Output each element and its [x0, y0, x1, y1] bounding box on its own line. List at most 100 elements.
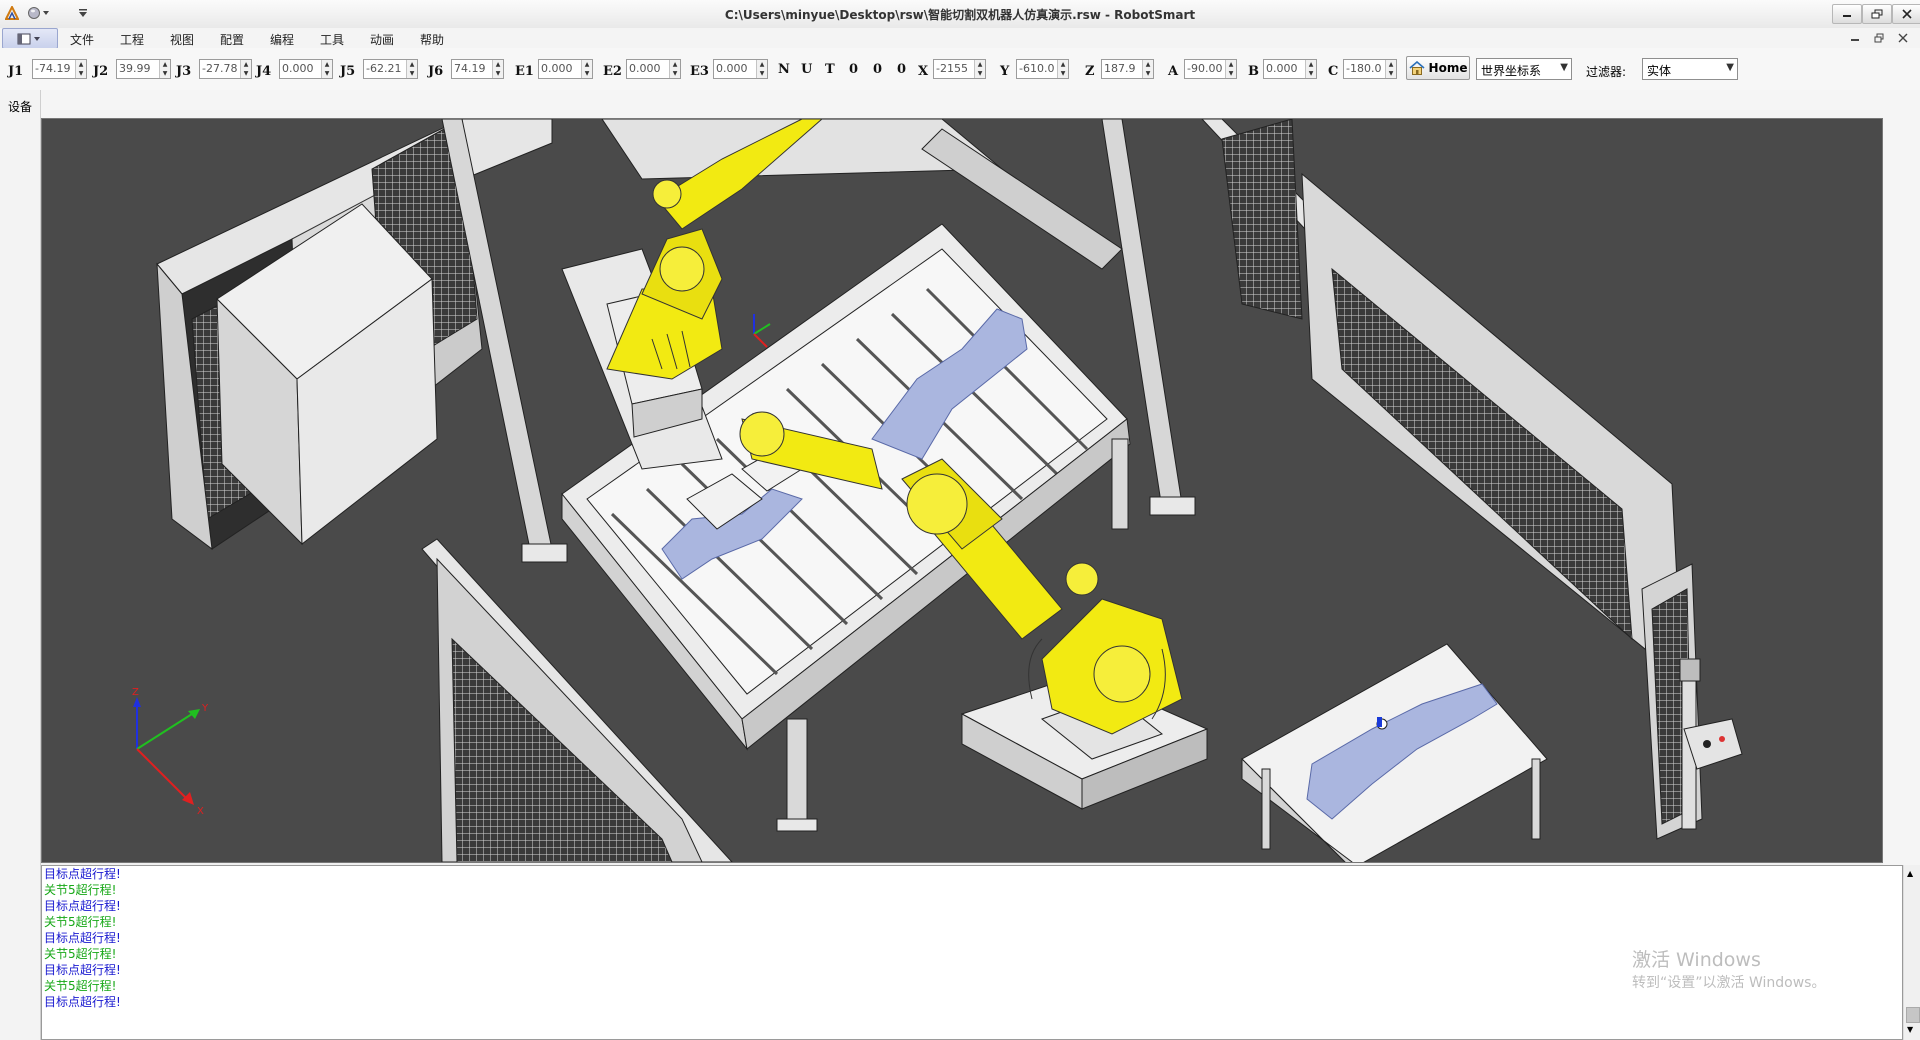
menu-project[interactable]: 工程: [120, 31, 144, 48]
minimize-icon: [1843, 15, 1851, 17]
config-flag-3[interactable]: 0: [897, 62, 906, 77]
scroll-down-icon[interactable]: ▼: [1907, 1025, 1913, 1034]
close-icon: [1898, 33, 1908, 43]
log-line: 目标点超行程!: [44, 867, 121, 881]
log-line: 关节5超行程!: [44, 979, 117, 993]
menu-tools[interactable]: 工具: [320, 31, 344, 48]
menu-view[interactable]: 视图: [170, 31, 194, 48]
a-label: A: [1168, 64, 1179, 79]
y-spinbox[interactable]: -610.0 ▲ ▼: [1016, 59, 1069, 79]
a-spin-arrows[interactable]: ▲ ▼: [1225, 60, 1236, 78]
e2-spin-arrows[interactable]: ▲ ▼: [669, 60, 680, 78]
menu-program[interactable]: 编程: [270, 31, 294, 48]
j5-value: -62.21: [366, 62, 402, 75]
j3-spinbox[interactable]: -27.78 ▲ ▼: [199, 59, 252, 79]
j3-value: -27.78: [202, 62, 238, 75]
b-label: B: [1248, 64, 1259, 79]
log-line: 关节5超行程!: [44, 915, 117, 929]
coordinate-system-select[interactable]: 世界坐标系 ▼: [1476, 58, 1572, 80]
axis-label-z: Z: [132, 687, 139, 698]
log-line: 关节5超行程!: [44, 947, 117, 961]
e3-spin-arrows[interactable]: ▲ ▼: [756, 60, 767, 78]
j5-spin-arrows[interactable]: ▲ ▼: [406, 60, 417, 78]
scroll-thumb[interactable]: [1906, 1007, 1920, 1023]
log-line: 目标点超行程!: [44, 899, 121, 913]
b-spin-arrows[interactable]: ▲ ▼: [1305, 60, 1316, 78]
restore-icon: [1871, 9, 1883, 19]
log-line: 目标点超行程!: [44, 963, 121, 977]
config-flag-2[interactable]: 0: [873, 62, 882, 77]
e3-label: E3: [690, 64, 709, 79]
y-label: Y: [1000, 64, 1010, 79]
j6-label: J6: [428, 64, 444, 79]
j1-spinbox[interactable]: -74.19 ▲ ▼: [32, 59, 87, 79]
j2-spin-arrows[interactable]: ▲ ▼: [159, 60, 170, 78]
scroll-up-icon[interactable]: ▲: [1907, 869, 1913, 878]
axis-label-x: X: [197, 806, 204, 817]
close-button[interactable]: [1892, 4, 1920, 24]
e3-value: 0.000: [716, 62, 748, 75]
menu-help[interactable]: 帮助: [420, 31, 444, 48]
j6-spinbox[interactable]: 74.19 ▲ ▼: [451, 59, 504, 79]
a-spinbox[interactable]: -90.00 ▲ ▼: [1184, 59, 1237, 79]
x-value: -2155: [936, 62, 968, 75]
axis-label-y: Y: [201, 703, 209, 714]
menu-file[interactable]: 文件: [70, 31, 94, 48]
mdi-close-button[interactable]: [1894, 31, 1912, 45]
c-spin-arrows[interactable]: ▲ ▼: [1385, 60, 1396, 78]
e2-value: 0.000: [629, 62, 661, 75]
device-panel-tab[interactable]: 设备: [0, 90, 41, 1040]
j3-spin-arrows[interactable]: ▲ ▼: [240, 60, 251, 78]
config-flag-t[interactable]: T: [825, 62, 835, 77]
x-label: X: [918, 64, 929, 79]
j4-spinbox[interactable]: 0.000 ▲ ▼: [279, 59, 333, 79]
j2-spinbox[interactable]: 39.99 ▲ ▼: [116, 59, 171, 79]
y-spin-arrows[interactable]: ▲ ▼: [1057, 60, 1068, 78]
z-spin-arrows[interactable]: ▲ ▼: [1142, 60, 1153, 78]
e1-label: E1: [515, 64, 534, 79]
restore-button[interactable]: [1862, 4, 1892, 24]
j1-spin-arrows[interactable]: ▲ ▼: [75, 60, 86, 78]
j4-value: 0.000: [282, 62, 314, 75]
log-scrollbar[interactable]: ▲ ▼: [1903, 865, 1920, 1040]
window-title: C:\Users\minyue\Desktop\rsw\智能切割双机器人仿真演示…: [724, 8, 1196, 22]
menu-config[interactable]: 配置: [220, 31, 244, 48]
home-button[interactable]: Home: [1406, 56, 1470, 80]
activate-windows-title: 激活 Windows: [1632, 949, 1761, 971]
log-line: 目标点超行程!: [44, 995, 121, 1009]
filter-select[interactable]: 实体 ▼: [1642, 58, 1738, 80]
e1-value: 0.000: [541, 62, 573, 75]
config-flag-n[interactable]: N: [778, 62, 790, 77]
j3-label: J3: [176, 64, 192, 79]
viewport-margin: [1883, 90, 1920, 865]
pose-toolbar: J1 -74.19 ▲ ▼ J2 39.99 ▲ ▼ J3 -27.78 ▲ ▼ J4 0.…: [0, 48, 1920, 91]
j2-value: 39.99: [119, 62, 151, 75]
x-spin-arrows[interactable]: ▲ ▼: [974, 60, 985, 78]
e2-spinbox[interactable]: 0.000 ▲ ▼: [626, 59, 681, 79]
z-spinbox[interactable]: 187.9 ▲ ▼: [1101, 59, 1154, 79]
3d-viewport[interactable]: Z Y X: [41, 118, 1883, 863]
x-spinbox[interactable]: -2155 ▲ ▼: [933, 59, 986, 79]
config-flag-u[interactable]: U: [801, 62, 812, 77]
minimize-button[interactable]: [1832, 4, 1862, 24]
config-flag-1[interactable]: 0: [849, 62, 858, 77]
j5-spinbox[interactable]: -62.21 ▲ ▼: [363, 59, 418, 79]
output-log[interactable]: 目标点超行程! 关节5超行程! 目标点超行程! 关节5超行程! 目标点超行程! …: [41, 865, 1903, 1040]
application-menu-button[interactable]: [2, 28, 58, 49]
y-value: -610.0: [1019, 62, 1055, 75]
b-value: 0.000: [1266, 62, 1298, 75]
scene-canvas[interactable]: Z Y X: [42, 119, 1882, 862]
c-spinbox[interactable]: -180.0 ▲ ▼: [1343, 59, 1397, 79]
mdi-restore-button[interactable]: [1870, 31, 1888, 45]
j4-spin-arrows[interactable]: ▲ ▼: [321, 60, 332, 78]
minimize-icon: [1851, 39, 1859, 41]
e1-spin-arrows[interactable]: ▲ ▼: [581, 60, 592, 78]
j6-spin-arrows[interactable]: ▲ ▼: [492, 60, 503, 78]
mdi-minimize-button[interactable]: [1846, 31, 1864, 45]
j1-label: J1: [8, 64, 24, 79]
j1-value: -74.19: [35, 62, 71, 75]
e1-spinbox[interactable]: 0.000 ▲ ▼: [538, 59, 593, 79]
e3-spinbox[interactable]: 0.000 ▲ ▼: [713, 59, 768, 79]
menu-animation[interactable]: 动画: [370, 31, 394, 48]
b-spinbox[interactable]: 0.000 ▲ ▼: [1263, 59, 1317, 79]
